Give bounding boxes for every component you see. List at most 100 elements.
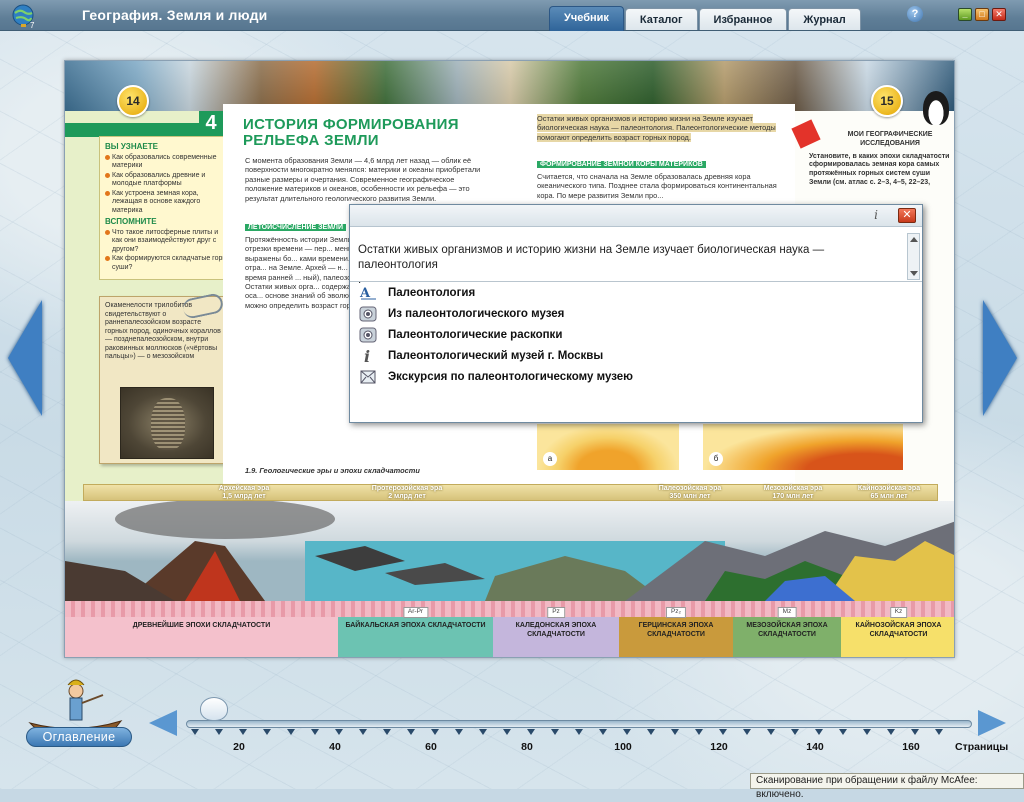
tab-textbook[interactable]: Учебник bbox=[549, 6, 624, 31]
zone-label: МЕЗОЗОЙСКАЯ ЭПОХА СКЛАДЧАТОСТИ bbox=[746, 622, 828, 638]
page-tick-mark bbox=[599, 729, 607, 735]
page-tick-mark bbox=[863, 729, 871, 735]
zone-caledonian: Pz КАЛЕДОНСКАЯ ЭПОХА СКЛАДЧАТОСТИ bbox=[493, 607, 619, 657]
page-scale-label: 80 bbox=[521, 741, 533, 753]
page-tick-mark bbox=[623, 729, 631, 735]
help-icon[interactable]: ? bbox=[907, 6, 923, 22]
resource-item-museum[interactable]: Из палеонтологического музея bbox=[358, 303, 918, 324]
folding-epochs: ДРЕВНЕЙШИЕ ЭПОХИ СКЛАДЧАТОСТИ Ar-Pr БАЙКА… bbox=[65, 607, 954, 657]
scroll-right-arrow-icon[interactable] bbox=[978, 710, 1006, 736]
recall-heading: ВСПОМНИТЕ bbox=[105, 217, 157, 226]
maximize-button[interactable]: □ bbox=[975, 8, 989, 21]
zone-tag: Ar-Pr bbox=[402, 607, 429, 618]
tab-catalog[interactable]: Каталог bbox=[624, 8, 698, 30]
chapter-number: 4 bbox=[199, 111, 223, 135]
scroll-left-arrow-icon[interactable] bbox=[149, 710, 177, 736]
page-tick-mark bbox=[719, 729, 727, 735]
zone-cenozoic: Kz КАЙНОЗОЙСКАЯ ЭПОХА СКЛАДЧАТОСТИ bbox=[841, 607, 954, 657]
resource-item-excavations[interactable]: Палеонтологические раскопки bbox=[358, 324, 918, 345]
page-tick-mark bbox=[935, 729, 943, 735]
term-popup: i ✕ Остатки живых организмов и историю ж… bbox=[349, 204, 923, 423]
resource-label: Из палеонтологического музея bbox=[388, 307, 565, 320]
learn-item: Как образовались современные материки bbox=[105, 154, 230, 171]
recall-item: Как формируются складчатые горы суши? bbox=[105, 255, 230, 272]
info-icon: i bbox=[358, 347, 378, 365]
page-tick-mark bbox=[263, 729, 271, 735]
svg-text:7: 7 bbox=[30, 21, 35, 29]
page-scale-label: 100 bbox=[614, 741, 632, 753]
learn-heading: ВЫ УЗНАЕТЕ bbox=[105, 142, 158, 151]
right-column-text: Считается, что сначала на Земле образова… bbox=[537, 172, 777, 200]
research-text: Установите, в каких эпохи складчатости с… bbox=[809, 152, 950, 186]
figure-caption: 1.9. Геологические эры и эпохи складчато… bbox=[245, 466, 420, 475]
minimize-button[interactable]: _ bbox=[958, 8, 972, 21]
figure-a-label: а bbox=[543, 452, 557, 466]
tab-journal[interactable]: Журнал bbox=[788, 8, 861, 30]
era-name: Палеозойская эра bbox=[658, 485, 722, 492]
page-slider-handle-icon[interactable] bbox=[200, 697, 228, 721]
page-tick-mark bbox=[575, 729, 583, 735]
learn-item: Как образовались древние и молодые платф… bbox=[105, 172, 230, 189]
page-scale-label: 140 bbox=[806, 741, 824, 753]
era-name: Архейская эра bbox=[218, 485, 270, 492]
zone-tag: Pz bbox=[547, 607, 565, 618]
next-page-arrow-icon[interactable] bbox=[983, 300, 1017, 416]
tab-favorites[interactable]: Избранное bbox=[698, 8, 788, 30]
page-scale-label: 160 bbox=[902, 741, 920, 753]
research-box: МОИ ГЕОГРАФИЧЕСКИЕ ИССЛЕДОВАНИЯ Установи… bbox=[803, 131, 953, 188]
page-tick-mark bbox=[695, 729, 703, 735]
landscape-drawing bbox=[65, 501, 954, 601]
section-heading: ЛЕТОИСЧИСЛЕНИЕ ЗЕМЛИ bbox=[245, 224, 346, 231]
page-tick-mark bbox=[407, 729, 415, 735]
svg-text:i: i bbox=[364, 347, 370, 365]
page-tick-mark bbox=[647, 729, 655, 735]
page-tick-mark bbox=[311, 729, 319, 735]
page-tick-mark bbox=[239, 729, 247, 735]
page-scale-label: 20 bbox=[233, 741, 245, 753]
crust-figures: а б bbox=[537, 424, 904, 470]
table-of-contents-button[interactable]: Оглавление bbox=[26, 727, 132, 747]
pages-label: Страницы bbox=[955, 741, 1009, 753]
page-scale-label: 40 bbox=[329, 741, 341, 753]
resource-item-tour[interactable]: Экскурсия по палеонтологическому музею bbox=[358, 366, 918, 387]
close-button[interactable]: ✕ bbox=[992, 8, 1006, 21]
page-scale-label: 60 bbox=[425, 741, 437, 753]
learn-item: Как устроена земная кора, лежащая в осно… bbox=[105, 190, 230, 216]
penguin-image bbox=[923, 91, 949, 125]
right-column-top: Остатки живых организмов и историю жизни… bbox=[537, 114, 777, 142]
left-page-number: 14 bbox=[117, 85, 149, 117]
title-bar: 7 География. Земля и люди Учебник Катало… bbox=[0, 0, 1024, 31]
resource-item-moscow-museum[interactable]: i Палеонтологический музей г. Москвы bbox=[358, 345, 918, 366]
figure-b-label: б bbox=[709, 452, 723, 466]
app-title: География. Земля и люди bbox=[82, 7, 268, 23]
era-archean: Архейская эра 1,5 млрд лет bbox=[199, 485, 289, 501]
era-paleozoic: Палеозойская эра 350 млн лет bbox=[640, 485, 740, 501]
learn-recall-box: ВЫ УЗНАЕТЕ Как образовались современные … bbox=[99, 136, 236, 280]
page-tick-mark bbox=[815, 729, 823, 735]
page-tick-mark bbox=[455, 729, 463, 735]
resource-item-paleontology[interactable]: A Палеонтология bbox=[358, 282, 918, 303]
era-name: Протерозойская эра bbox=[371, 485, 443, 492]
era-age: 65 млн лет bbox=[870, 493, 908, 500]
popup-text-main: Остатки живых организмов и историю жизни… bbox=[358, 244, 825, 271]
zone-label: ГЕРЦИНСКАЯ ЭПОХА СКЛАДЧАТОСТИ bbox=[638, 622, 714, 638]
popup-scrollbar[interactable] bbox=[907, 233, 920, 280]
zone-hercynian: Pz₂ ГЕРЦИНСКАЯ ЭПОХА СКЛАДЧАТОСТИ bbox=[619, 607, 733, 657]
chapter-title: ИСТОРИЯ ФОРМИРОВАНИЯ РЕЛЬЕФА ЗЕМЛИ bbox=[243, 116, 459, 149]
resource-list: A Палеонтология Из палеонтологического м… bbox=[358, 282, 918, 387]
zone-ancient: ДРЕВНЕЙШИЕ ЭПОХИ СКЛАДЧАТОСТИ bbox=[65, 617, 338, 657]
info-icon[interactable]: i bbox=[869, 208, 883, 223]
resource-label: Палеонтологические раскопки bbox=[388, 328, 563, 341]
prev-page-arrow-icon[interactable] bbox=[8, 300, 42, 416]
popup-close-button[interactable]: ✕ bbox=[898, 208, 916, 223]
globe-logo-icon: 7 bbox=[12, 4, 35, 29]
page-tick-mark bbox=[287, 729, 295, 735]
zone-tag: Mz bbox=[777, 607, 797, 618]
zone-label: ДРЕВНЕЙШИЕ ЭПОХИ СКЛАДЧАТОСТИ bbox=[132, 622, 271, 629]
recall-item: Что такое литосферные плиты и как они вз… bbox=[105, 229, 230, 255]
page-slider-track[interactable] bbox=[186, 720, 972, 728]
media-icon bbox=[358, 305, 378, 323]
zone-tag: Kz bbox=[889, 607, 908, 618]
era-cenozoic: Кайнозойская эра 65 млн лет bbox=[844, 485, 934, 501]
resource-label: Экскурсия по палеонтологическому музею bbox=[388, 370, 633, 383]
